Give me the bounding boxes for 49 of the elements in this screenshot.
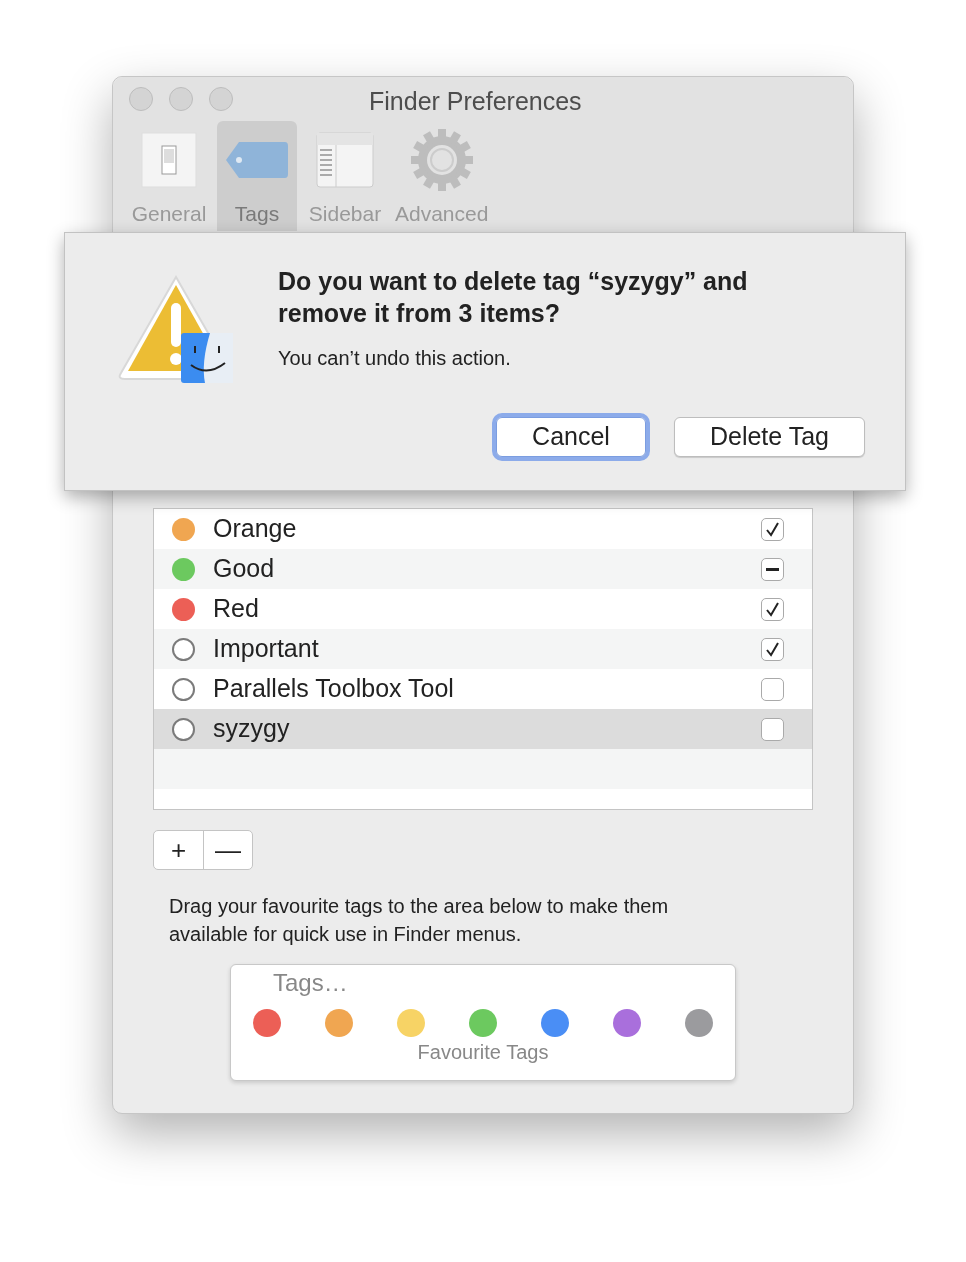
empty-tag-dot [172,677,195,701]
dash-icon [766,567,779,571]
tag-name: Parallels Toolbox Tool [213,673,455,705]
tags-menu-item: Tags… [273,968,348,996]
checkbox[interactable] [761,557,784,581]
tag-name: Orange [213,513,298,545]
tag-row[interactable]: Important [154,629,812,669]
remove-button[interactable]: — [203,831,252,869]
color-dot[interactable] [469,1009,497,1037]
color-dot[interactable] [253,1009,281,1037]
dialog-button[interactable]: Delete Tag [673,417,865,457]
dialog-message: You can’t undo this action. [278,346,512,371]
tag-row[interactable]: Good [154,549,812,589]
window-title: Finder Preferences [369,86,582,117]
checkbox[interactable] [761,677,784,701]
zoom-button[interactable] [209,87,233,111]
checkbox[interactable] [761,597,784,621]
tag-row[interactable]: syzygy [154,709,812,749]
check-icon [765,601,780,617]
checkbox[interactable] [761,637,784,661]
gear-icon [409,128,474,192]
tag-name: Good [213,553,276,585]
empty-tag-dot [172,717,195,741]
tag-row[interactable]: Orange [154,509,812,549]
checkbox[interactable] [761,717,784,741]
tag-name: Important [213,633,320,665]
favourites-hint: Drag your favourite tags to the area below to make them available for quick use in Finder menus. [169,894,670,947]
favourite-tags-caption: Favourite Tags [417,1041,549,1063]
color-dot[interactable] [325,1009,353,1037]
color-dot[interactable] [541,1009,569,1037]
checkbox[interactable] [761,517,784,541]
check-icon [765,641,780,657]
tag-row[interactable]: Red [154,589,812,629]
tag-row[interactable]: Parallels Toolbox Tool [154,669,812,709]
close-button[interactable] [129,87,153,111]
dialog-title: Do you want to delete tag “syzygy” and remove it from 3 items? [278,266,749,329]
color-dot[interactable] [397,1009,425,1037]
color-dot[interactable] [685,1009,713,1037]
tag-name: syzygy [213,713,291,745]
favourite-tags-area[interactable]: Tags… Favourite Tags [230,964,736,1081]
switch-icon [141,132,197,188]
empty-tag-dot [172,637,195,661]
add-button[interactable]: + [154,831,203,869]
color-dot[interactable] [613,1009,641,1037]
minimize-button[interactable] [169,87,193,111]
check-icon [765,521,780,537]
sidebar-icon [316,132,374,188]
tag-icon [225,140,289,180]
tag-name: Red [213,593,260,625]
